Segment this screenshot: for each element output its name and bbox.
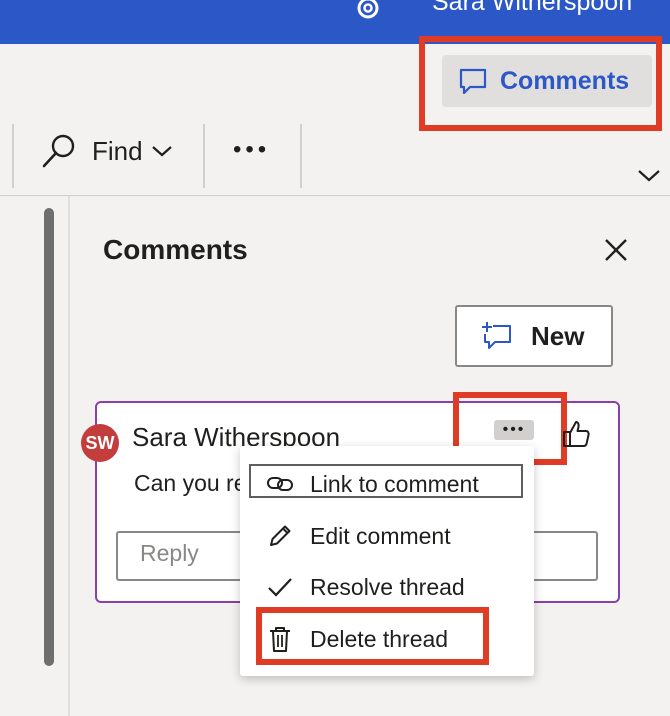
menu-item-edit-comment[interactable]: Edit comment (240, 512, 534, 560)
menu-focus-outline (249, 464, 523, 498)
panel-title: Comments (103, 234, 248, 265)
comment-text: Can you re (134, 470, 247, 496)
menu-item-label: Edit comment (310, 522, 451, 549)
ribbon-expand-chevron-icon[interactable] (636, 168, 662, 184)
scrollbar-thumb[interactable] (44, 208, 54, 666)
like-icon[interactable] (560, 418, 592, 450)
new-comment-button[interactable]: New (455, 305, 613, 367)
reply-placeholder: Reply (140, 540, 199, 566)
chevron-down-icon (151, 146, 172, 157)
comments-button-highlight (419, 36, 662, 131)
avatar: SW (81, 424, 119, 462)
checkmark-icon (268, 578, 292, 597)
delete-thread-highlight (256, 607, 489, 665)
search-icon (42, 134, 75, 168)
ribbon-divider (300, 124, 302, 188)
gear-icon[interactable] (350, 0, 386, 26)
new-comment-icon (482, 322, 511, 349)
close-icon[interactable] (602, 236, 630, 264)
menu-item-resolve-thread[interactable]: Resolve thread (240, 563, 534, 611)
ribbon-divider (12, 124, 14, 188)
menu-item-label: Resolve thread (310, 573, 465, 600)
new-comment-label: New (531, 320, 585, 351)
ribbon-divider (203, 124, 205, 188)
find-button[interactable]: Find (40, 132, 173, 170)
document-gutter (0, 196, 70, 716)
pencil-icon (270, 525, 291, 546)
user-name[interactable]: Sara Witherspoon (432, 0, 632, 17)
find-label: Find (92, 135, 143, 166)
ribbon-more-button[interactable]: ••• (233, 136, 270, 164)
